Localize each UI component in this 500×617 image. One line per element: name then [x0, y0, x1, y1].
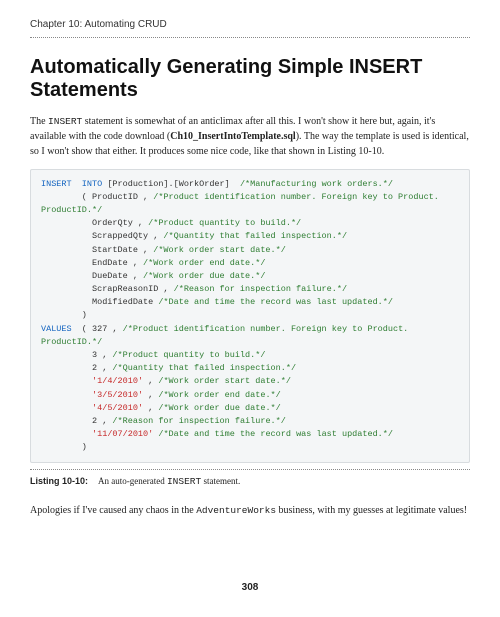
sql-keyword: INSERT — [41, 179, 72, 189]
code-text — [41, 429, 92, 439]
sql-comment: /*Quantity that failed inspection.*/ — [163, 231, 347, 241]
code-listing: INSERT INTO [Production].[WorkOrder] /*M… — [30, 169, 470, 464]
inline-code: INSERT — [48, 116, 82, 127]
code-text: DueDate , — [41, 271, 143, 281]
sql-comment: /*Reason for inspection failure.*/ — [112, 416, 285, 426]
listing-caption: Listing 10-10: An auto-generated INSERT s… — [30, 469, 470, 489]
code-text: ModifiedDate — [41, 297, 158, 307]
sql-comment: ProductID.*/ — [41, 337, 102, 347]
code-text: ScrappedQty , — [41, 231, 163, 241]
sql-string: '11/07/2010' — [92, 429, 153, 439]
code-text: , — [143, 376, 158, 386]
sql-comment: /*Work order end date.*/ — [143, 258, 265, 268]
chapter-header: Chapter 10: Automating CRUD — [30, 18, 470, 38]
code-text: StartDate , — [41, 245, 153, 255]
sql-comment: /*Quantity that failed inspection.*/ — [112, 363, 296, 373]
code-text: ( 327 , — [72, 324, 123, 334]
sql-comment: /*Product identification number. Foreign… — [153, 192, 439, 202]
code-text — [41, 376, 92, 386]
sql-comment: /*Work order start date.*/ — [158, 376, 291, 386]
sql-comment: /*Work order due date.*/ — [143, 271, 265, 281]
text: business, with my guesses at legitimate … — [276, 505, 467, 516]
section-heading: Automatically Generating Simple INSERT S… — [30, 56, 470, 102]
text: statement. — [201, 476, 240, 486]
text: Apologies if I've caused any chaos in th… — [30, 505, 196, 516]
listing-text: An auto-generated INSERT statement. — [98, 476, 240, 486]
sql-string: '4/5/2010' — [92, 403, 143, 413]
sql-string: '1/4/2010' — [92, 376, 143, 386]
sql-comment: /*Product identification number. Foreign… — [123, 324, 409, 334]
filename-bold: Ch10_InsertIntoTemplate.sql — [170, 131, 295, 142]
sql-keyword: INTO — [72, 179, 103, 189]
code-text: ) — [41, 442, 87, 452]
code-text: ScrapReasonID , — [41, 284, 174, 294]
paragraph-1: The INSERT statement is somewhat of an a… — [30, 114, 470, 159]
code-text: ) — [41, 310, 87, 320]
code-text: EndDate , — [41, 258, 143, 268]
sql-comment: /*Manufacturing work orders.*/ — [240, 179, 393, 189]
code-text: , — [143, 390, 158, 400]
sql-comment: /*Product quantity to build.*/ — [112, 350, 265, 360]
code-text: OrderQty , — [41, 218, 148, 228]
page-number: 308 — [30, 581, 470, 596]
inline-code: AdventureWorks — [196, 505, 276, 516]
sql-comment: /*Work order start date.*/ — [153, 245, 286, 255]
text: An auto-generated — [98, 476, 167, 486]
sql-comment: /*Product quantity to build.*/ — [148, 218, 301, 228]
sql-comment: /*Work order due date.*/ — [158, 403, 280, 413]
sql-comment: ProductID.*/ — [41, 205, 102, 215]
code-text: ( ProductID , — [41, 192, 153, 202]
sql-comment: /*Work order end date.*/ — [158, 390, 280, 400]
code-text: 2 , — [41, 416, 112, 426]
sql-string: '3/5/2010' — [92, 390, 143, 400]
code-text — [41, 403, 92, 413]
code-text: 2 , — [41, 363, 112, 373]
listing-label: Listing 10-10: — [30, 476, 88, 486]
code-text: 3 , — [41, 350, 112, 360]
sql-comment: /*Date and time the record was last upda… — [158, 297, 393, 307]
text: The — [30, 116, 48, 127]
sql-keyword: VALUES — [41, 324, 72, 334]
code-text — [41, 390, 92, 400]
paragraph-2: Apologies if I've caused any chaos in th… — [30, 503, 470, 518]
sql-comment: /*Date and time the record was last upda… — [158, 429, 393, 439]
inline-code: INSERT — [167, 476, 201, 487]
code-text: , — [143, 403, 158, 413]
sql-comment: /*Reason for inspection failure.*/ — [174, 284, 347, 294]
code-text: [Production].[WorkOrder] — [102, 179, 240, 189]
